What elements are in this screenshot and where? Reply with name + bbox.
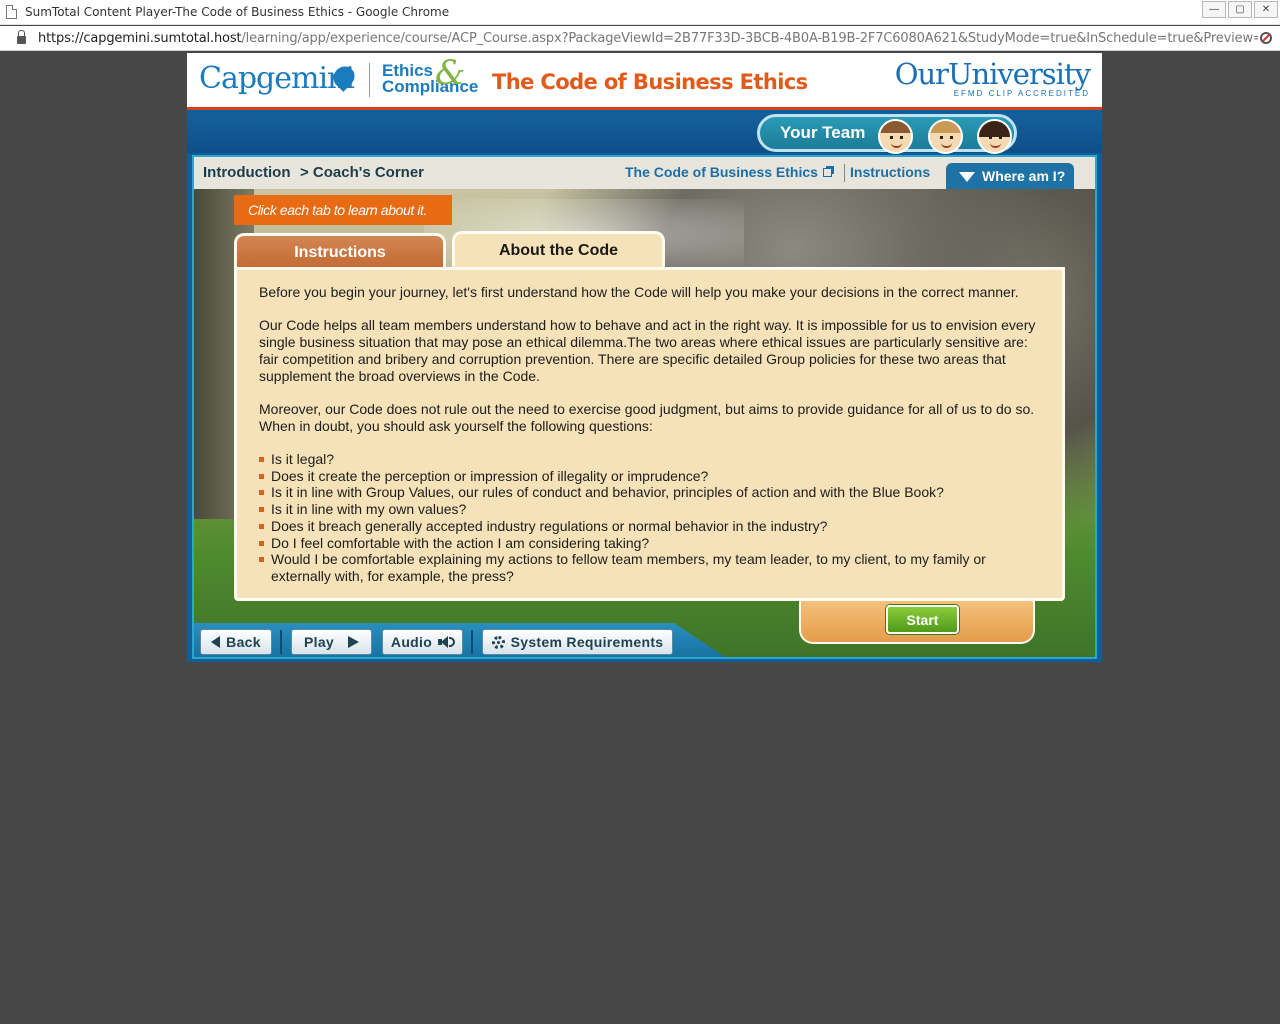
scene-background: Click each tab to learn about it. Instru… xyxy=(194,189,1095,657)
url-text[interactable]: https://capgemini.sumtotal.host/learning… xyxy=(38,31,1258,46)
ethics-ampersand: & xyxy=(435,53,466,93)
question-item: Do I feel comfortable with the action I … xyxy=(259,535,1040,552)
back-arrow-icon xyxy=(211,636,221,648)
popup-blocked-icon[interactable] xyxy=(1260,32,1272,44)
url-host: https://capgemini.sumtotal.host xyxy=(38,30,242,46)
audio-button[interactable]: Audio xyxy=(382,629,463,655)
tab-instructions[interactable]: Instructions xyxy=(234,233,446,269)
speaker-icon xyxy=(438,636,456,648)
minimize-button[interactable]: — xyxy=(1202,1,1226,18)
our-university-logo: OurUniversity EFMD CLIP ACCREDITED xyxy=(894,57,1091,98)
lock-icon xyxy=(17,30,26,44)
course-header: Capgemini Ethics Compliance & The Code of… xyxy=(187,53,1102,110)
url-path: /learning/app/experience/course/ACP_Cour… xyxy=(241,30,1258,46)
question-item: Is it in line with my own values? xyxy=(259,501,1040,518)
window-title: SumTotal Content Player-The Code of Busi… xyxy=(25,5,450,19)
question-item: Would I be comfortable explaining my act… xyxy=(259,551,1040,584)
back-label: Back xyxy=(226,634,261,650)
page-icon xyxy=(6,5,17,19)
question-item: Is it legal? xyxy=(259,451,1040,468)
where-am-i-button[interactable]: Where am I? xyxy=(946,163,1074,189)
window-controls: — ▢ ✕ xyxy=(1202,1,1278,18)
gear-icon xyxy=(491,635,505,649)
triangle-down-icon xyxy=(959,172,975,182)
nav-divider xyxy=(844,164,845,182)
breadcrumb: Introduction > Coach's Corner The Code o… xyxy=(194,157,1095,189)
tab-content-panel: Before you begin your journey, let's fir… xyxy=(234,267,1065,601)
breadcrumb-section: Introduction xyxy=(203,164,291,181)
team-member-avatar-2[interactable] xyxy=(928,119,963,154)
our-university-wordmark: OurUniversity xyxy=(894,57,1091,91)
your-team-label: Your Team xyxy=(780,123,866,142)
content-paragraph-2: Our Code helps all team members understa… xyxy=(259,317,1036,384)
header-divider xyxy=(369,63,370,97)
window-title-bar: SumTotal Content Player-The Code of Busi… xyxy=(0,0,1280,25)
course-player: Capgemini Ethics Compliance & The Code of… xyxy=(187,53,1102,662)
breadcrumb-page: > Coach's Corner xyxy=(300,164,425,181)
team-member-avatar-3[interactable] xyxy=(977,119,1012,154)
system-requirements-button[interactable]: System Requirements xyxy=(482,629,673,655)
team-member-avatar-1[interactable] xyxy=(878,119,913,154)
code-of-ethics-link[interactable]: The Code of Business Ethics xyxy=(625,164,834,180)
tab-about-the-code[interactable]: About the Code xyxy=(452,231,665,271)
play-icon xyxy=(348,636,359,648)
question-item: Does it create the perception or impress… xyxy=(259,468,1040,485)
restore-button[interactable]: ▢ xyxy=(1228,1,1252,18)
audio-label: Audio xyxy=(390,634,433,650)
course-viewport: Introduction > Coach's Corner The Code o… xyxy=(192,155,1097,659)
content-paragraph-3: Moreover, our Code does not rule out the… xyxy=(259,400,1035,434)
external-link-icon xyxy=(822,166,834,177)
start-tray: Start xyxy=(799,599,1035,644)
code-of-ethics-link-label: The Code of Business Ethics xyxy=(625,164,818,180)
content-paragraph-1: Before you begin your journey, let's fir… xyxy=(259,284,1019,300)
system-requirements-label: System Requirements xyxy=(510,634,664,650)
close-button[interactable]: ✕ xyxy=(1254,1,1278,18)
where-am-i-label: Where am I? xyxy=(982,168,1066,184)
course-title: The Code of Business Ethics xyxy=(492,70,808,94)
tab-hint: Click each tab to learn about it. xyxy=(234,195,452,225)
question-list: Is it legal? Does it create the percepti… xyxy=(259,451,1040,585)
play-label: Play xyxy=(304,634,334,650)
instructions-link[interactable]: Instructions xyxy=(850,164,930,180)
toolbar-divider xyxy=(471,630,473,654)
question-item: Is it in line with Group Values, our rul… xyxy=(259,484,1040,501)
your-team-button[interactable]: Your Team xyxy=(757,114,1017,154)
back-button[interactable]: Back xyxy=(200,629,272,655)
play-button[interactable]: Play xyxy=(291,629,372,655)
address-bar[interactable]: https://capgemini.sumtotal.host/learning… xyxy=(0,26,1280,51)
start-button[interactable]: Start xyxy=(886,605,959,634)
question-item: Does it breach generally accepted indust… xyxy=(259,518,1040,535)
capgemini-logo: Capgemini xyxy=(199,61,355,96)
toolbar-divider xyxy=(280,630,282,654)
